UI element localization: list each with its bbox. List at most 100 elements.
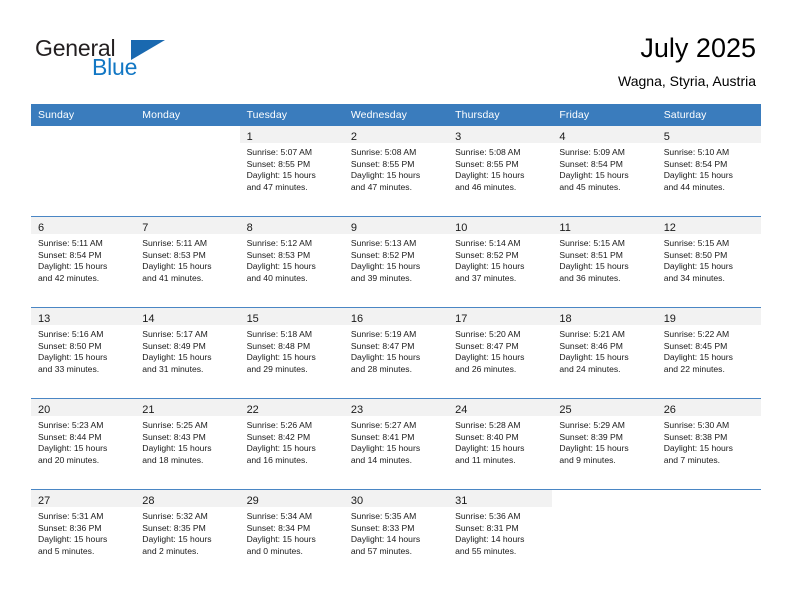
day-details: Sunrise: 5:23 AM Sunset: 8:44 PM Daylight:… [31,416,135,466]
sunrise-text: Sunrise: 5:15 AM [663,238,730,248]
daylight-text-line1: Daylight: 15 hours [142,534,212,545]
calendar-table: Sunday Monday Tuesday Wednesday Thursday… [31,104,761,580]
sunset-text: Sunset: 8:52 PM [455,249,519,260]
calendar-day-cell[interactable]: 2 Sunrise: 5:08 AM Sunset: 8:55 PM Daylight… [343,126,449,217]
calendar-day-cell[interactable]: 31 Sunrise: 5:36 AM Sunset: 8:31 PM Dayligh… [448,489,553,580]
daylight-text-line1: Daylight: 15 hours [350,261,421,272]
sunset-text: Sunset: 8:53 PM [142,249,206,260]
day-number: 29 [246,495,259,507]
sunset-text: Sunset: 8:41 PM [350,431,415,442]
day-number: 11 [559,222,571,234]
sunset-text: Sunset: 8:55 PM [455,158,519,169]
calendar-day-cell[interactable]: 6 Sunrise: 5:11 AM Sunset: 8:54 PM Daylight… [31,216,136,308]
calendar-day-cell[interactable]: 9 Sunrise: 5:13 AM Sunset: 8:52 PM Daylight… [343,216,449,308]
weekday-header-wednesday: Wednesday [343,104,449,126]
calendar-week-row: 1 Sunrise: 5:07 AM Sunset: 8:55 PM Daylight… [31,126,761,217]
calendar-week-row: 27 Sunrise: 5:31 AM Sunset: 8:36 PM Dayligh… [31,489,761,580]
calendar-day-cell[interactable]: 17 Sunrise: 5:20 AM Sunset: 8:47 PM Dayligh… [448,307,553,399]
daylight-text-line1: Daylight: 15 hours [38,534,108,545]
calendar-day-cell[interactable]: 3 Sunrise: 5:08 AM Sunset: 8:55 PM Daylight… [448,126,553,217]
daylight-text-line2: and 0 minutes. [246,545,303,556]
calendar-day-cell[interactable]: 26 Sunrise: 5:30 AM Sunset: 8:38 PM Dayligh… [656,398,761,490]
day-details: Sunrise: 5:08 AM Sunset: 8:55 PM Daylight:… [344,143,448,193]
calendar-day-cell[interactable]: 10 Sunrise: 5:14 AM Sunset: 8:52 PM Dayligh… [448,216,553,308]
calendar-day-cell[interactable]: 15 Sunrise: 5:18 AM Sunset: 8:48 PM Dayligh… [239,307,344,399]
sunrise-text: Sunrise: 5:09 AM [559,147,625,157]
calendar-day-cell[interactable]: 27 Sunrise: 5:31 AM Sunset: 8:36 PM Dayligh… [31,489,136,580]
daylight-text-line2: and 7 minutes. [663,454,721,465]
daylight-text-line2: and 55 minutes. [455,545,517,556]
day-details: Sunrise: 5:32 AM Sunset: 8:35 PM Daylight:… [135,507,239,557]
daylight-text-line2: and 14 minutes. [350,454,412,465]
day-details: Sunrise: 5:15 AM Sunset: 8:50 PM Daylight:… [657,234,761,284]
daylight-text-line1: Daylight: 15 hours [246,170,316,181]
calendar-day-cell[interactable]: 4 Sunrise: 5:09 AM Sunset: 8:54 PM Daylight… [552,126,657,217]
sunrise-text: Sunrise: 5:23 AM [38,420,104,430]
day-details: Sunrise: 5:07 AM Sunset: 8:55 PM Daylight:… [240,143,344,193]
calendar-day-cell[interactable]: 20 Sunrise: 5:23 AM Sunset: 8:44 PM Dayligh… [31,398,136,490]
calendar-day-cell[interactable]: 16 Sunrise: 5:19 AM Sunset: 8:47 PM Dayligh… [343,307,449,399]
calendar-day-cell[interactable]: 22 Sunrise: 5:26 AM Sunset: 8:42 PM Dayligh… [239,398,344,490]
weekday-header-friday: Friday [552,104,657,126]
brand-logo[interactable]: General Blue [35,36,295,86]
sunrise-text: Sunrise: 5:27 AM [350,420,417,430]
sunset-text: Sunset: 8:38 PM [663,431,728,442]
sunrise-text: Sunrise: 5:18 AM [246,329,313,339]
sunset-text: Sunset: 8:49 PM [142,340,206,351]
calendar-day-cell[interactable]: 23 Sunrise: 5:27 AM Sunset: 8:41 PM Dayligh… [343,398,449,490]
day-details: Sunrise: 5:20 AM Sunset: 8:47 PM Daylight:… [448,325,552,375]
calendar-day-cell[interactable]: 18 Sunrise: 5:21 AM Sunset: 8:46 PM Dayligh… [552,307,657,399]
daylight-text-line1: Daylight: 15 hours [142,261,212,272]
day-details: Sunrise: 5:18 AM Sunset: 8:48 PM Daylight:… [240,325,344,375]
calendar-day-cell[interactable]: 19 Sunrise: 5:22 AM Sunset: 8:45 PM Dayligh… [656,307,761,399]
calendar-day-cell[interactable]: 13 Sunrise: 5:16 AM Sunset: 8:50 PM Dayligh… [31,307,136,399]
calendar-day-cell[interactable]: 24 Sunrise: 5:28 AM Sunset: 8:40 PM Dayligh… [448,398,553,490]
sunrise-text: Sunrise: 5:35 AM [350,511,417,521]
sunrise-text: Sunrise: 5:07 AM [246,147,313,157]
calendar-week-row: 20 Sunrise: 5:23 AM Sunset: 8:44 PM Dayligh… [31,398,761,490]
calendar-day-cell[interactable]: 25 Sunrise: 5:29 AM Sunset: 8:39 PM Dayligh… [552,398,657,490]
day-details: Sunrise: 5:29 AM Sunset: 8:39 PM Daylight:… [552,416,656,466]
brand-name-general: General [35,35,116,61]
sunset-text: Sunset: 8:31 PM [455,522,519,533]
calendar-week-row: 13 Sunrise: 5:16 AM Sunset: 8:50 PM Dayligh… [31,307,761,399]
day-details: Sunrise: 5:26 AM Sunset: 8:42 PM Daylight:… [240,416,344,466]
day-number: 8 [246,222,253,234]
daylight-text-line2: and 42 minutes. [38,272,100,283]
daylight-text-line1: Daylight: 15 hours [350,170,421,181]
sunset-text: Sunset: 8:33 PM [350,522,415,533]
daylight-text-line2: and 24 minutes. [559,363,621,374]
day-number: 1 [246,131,253,143]
daylight-text-line2: and 37 minutes. [455,272,517,283]
calendar-day-cell[interactable]: 30 Sunrise: 5:35 AM Sunset: 8:33 PM Dayligh… [343,489,449,580]
daylight-text-line1: Daylight: 15 hours [142,443,212,454]
calendar-day-cell[interactable]: 29 Sunrise: 5:34 AM Sunset: 8:34 PM Dayligh… [239,489,344,580]
calendar-day-cell[interactable]: 11 Sunrise: 5:15 AM Sunset: 8:51 PM Dayligh… [552,216,657,308]
calendar-day-cell[interactable]: 8 Sunrise: 5:12 AM Sunset: 8:53 PM Daylight… [239,216,344,308]
daylight-text-line2: and 18 minutes. [142,454,204,465]
calendar-day-cell[interactable]: 28 Sunrise: 5:32 AM Sunset: 8:35 PM Dayligh… [135,489,240,580]
daylight-text-line1: Daylight: 15 hours [455,352,525,363]
calendar-day-cell[interactable]: 21 Sunrise: 5:25 AM Sunset: 8:43 PM Dayligh… [135,398,240,490]
calendar-day-cell[interactable]: 7 Sunrise: 5:11 AM Sunset: 8:53 PM Daylight… [135,216,240,308]
calendar-day-cell[interactable]: 14 Sunrise: 5:17 AM Sunset: 8:49 PM Dayligh… [135,307,240,399]
daylight-text-line2: and 9 minutes. [559,454,616,465]
daylight-text-line1: Daylight: 15 hours [455,261,525,272]
calendar-day-cell[interactable]: 12 Sunrise: 5:15 AM Sunset: 8:50 PM Dayligh… [656,216,761,308]
day-number: 12 [663,222,676,234]
sunset-text: Sunset: 8:48 PM [246,340,311,351]
day-number: 17 [455,313,468,325]
day-details: Sunrise: 5:11 AM Sunset: 8:53 PM Daylight:… [135,234,239,284]
daylight-text-line1: Daylight: 15 hours [246,352,316,363]
day-details: Sunrise: 5:13 AM Sunset: 8:52 PM Daylight:… [344,234,448,284]
sunrise-text: Sunrise: 5:08 AM [455,147,521,157]
daylight-text-line1: Daylight: 15 hours [559,261,629,272]
sunrise-text: Sunrise: 5:34 AM [246,511,313,521]
calendar-day-cell[interactable]: 5 Sunrise: 5:10 AM Sunset: 8:54 PM Daylight… [656,126,761,217]
sunrise-text: Sunrise: 5:26 AM [246,420,313,430]
day-details: Sunrise: 5:28 AM Sunset: 8:40 PM Daylight:… [448,416,552,466]
day-number: 24 [455,404,468,416]
day-number: 15 [246,313,259,325]
sunrise-text: Sunrise: 5:17 AM [142,329,208,339]
calendar-day-cell[interactable]: 1 Sunrise: 5:07 AM Sunset: 8:55 PM Daylight… [239,126,344,217]
